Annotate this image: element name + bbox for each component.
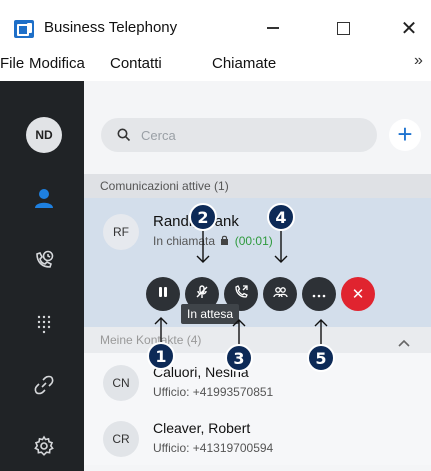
section-header-active: Comunicazioni attive (1) xyxy=(84,174,431,198)
call-status-text: In chiamata xyxy=(153,234,216,248)
callout-1: 1 xyxy=(147,342,175,370)
main-panel: Cerca + Comunicazioni attive (1) RF Rand… xyxy=(84,81,431,471)
callout-3: 3 xyxy=(225,344,253,372)
callout-2: 2 xyxy=(189,203,217,231)
chevron-up-icon[interactable] xyxy=(398,334,410,352)
caller-avatar: RF xyxy=(103,214,139,250)
maximize-button[interactable] xyxy=(328,14,358,42)
title-bar: Business Telephony ✕ xyxy=(0,0,431,47)
menu-modifica[interactable]: Modifica xyxy=(29,55,85,72)
search-placeholder: Cerca xyxy=(141,128,176,143)
hold-button[interactable] xyxy=(146,277,180,311)
conference-icon xyxy=(272,285,288,304)
hold-tooltip: In attesa xyxy=(181,304,240,324)
menu-chiamate[interactable]: Chiamate xyxy=(212,55,276,72)
contact-item[interactable]: CR Cleaver, Robert Ufficio: +41319700594 xyxy=(84,409,431,465)
contact-name: Cleaver, Robert xyxy=(153,420,251,436)
more-horizontal-icon xyxy=(312,285,326,303)
pause-icon xyxy=(157,285,169,303)
menu-bar: File Modifica Contatti Chiamate » xyxy=(0,47,431,81)
menu-file[interactable]: File xyxy=(0,55,24,72)
phone-transfer-icon xyxy=(234,284,249,304)
minimize-button[interactable] xyxy=(258,14,288,42)
menu-overflow-icon[interactable]: » xyxy=(414,52,423,70)
call-timer: (00:01) xyxy=(234,234,273,248)
lock-icon xyxy=(221,235,229,245)
section-title-active: Comunicazioni attive (1) xyxy=(100,179,229,193)
contact-phone: Ufficio: +41993570851 xyxy=(153,385,274,399)
contact-avatar: CN xyxy=(103,365,139,401)
search-input[interactable]: Cerca xyxy=(101,118,377,152)
link-icon[interactable] xyxy=(30,371,58,399)
callout-4: 4 xyxy=(267,203,295,231)
contact-avatar: CR xyxy=(103,421,139,457)
dialpad-icon[interactable] xyxy=(30,310,58,338)
section-header-contacts[interactable]: Meine Kontakte (4) xyxy=(84,327,431,353)
close-icon: ✕ xyxy=(351,286,365,303)
more-options-button[interactable] xyxy=(302,277,336,311)
call-status: In chiamata (00:01) xyxy=(153,234,273,248)
callout-5: 5 xyxy=(307,344,335,372)
call-history-icon[interactable] xyxy=(30,246,58,274)
search-icon xyxy=(117,128,131,147)
add-button[interactable]: + xyxy=(389,119,421,151)
conference-button[interactable] xyxy=(263,277,297,311)
user-avatar[interactable]: ND xyxy=(26,117,62,153)
person-icon[interactable] xyxy=(30,184,58,212)
sidebar: ND xyxy=(0,81,84,471)
window-title: Business Telephony xyxy=(44,19,178,36)
gear-icon[interactable] xyxy=(30,432,58,460)
menu-contatti[interactable]: Contatti xyxy=(110,55,162,72)
contact-phone: Ufficio: +41319700594 xyxy=(153,441,274,455)
hangup-button[interactable]: ✕ xyxy=(341,277,375,311)
close-button[interactable]: ✕ xyxy=(394,14,424,42)
contact-item[interactable]: CN Caluori, Nesina Ufficio: +41993570851 xyxy=(84,353,431,409)
mic-off-icon xyxy=(195,284,209,304)
app-logo-icon xyxy=(14,20,34,38)
